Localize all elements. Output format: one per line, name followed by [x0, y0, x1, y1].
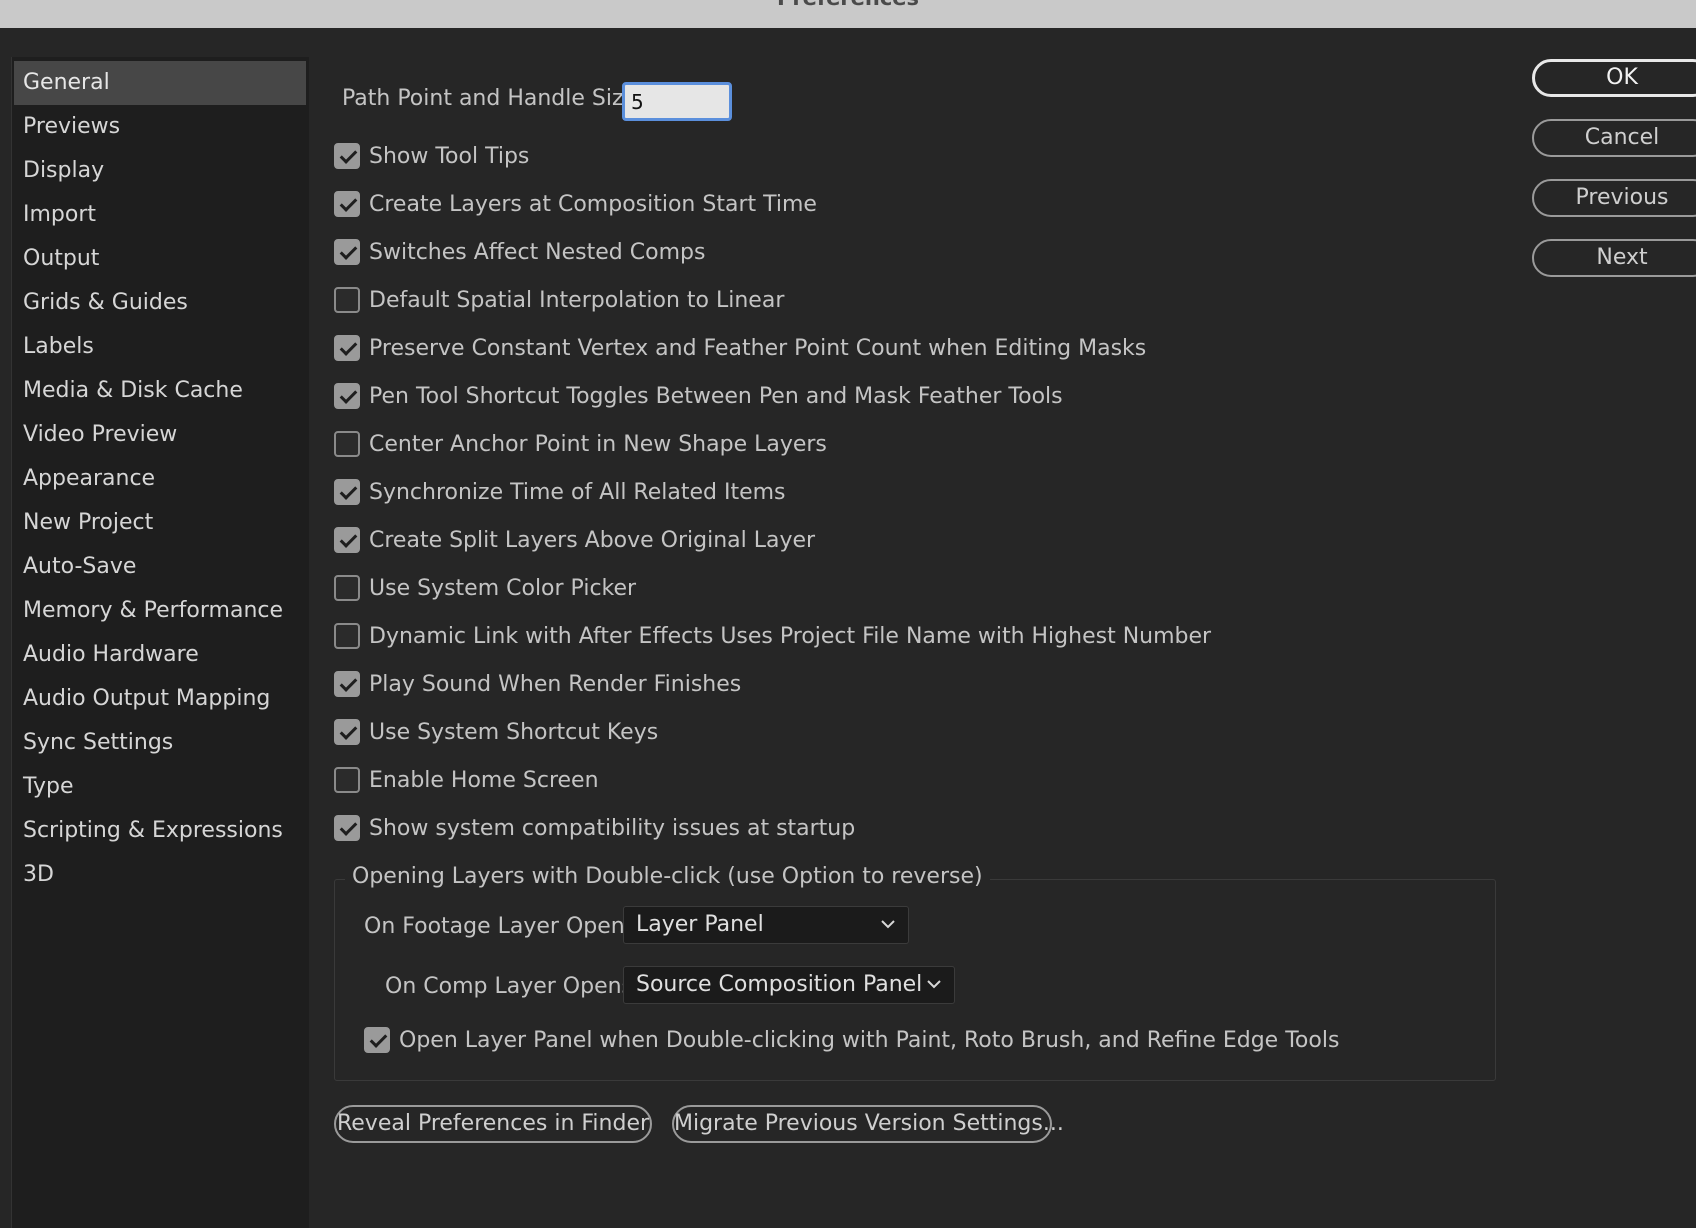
comp-layer-select[interactable]: Source Composition Panel	[623, 966, 955, 1004]
checkbox[interactable]	[334, 767, 360, 793]
checkbox[interactable]	[334, 815, 360, 841]
checkbox[interactable]	[334, 287, 360, 313]
option-label: Dynamic Link with After Effects Uses Pro…	[369, 623, 1212, 649]
option-label: Play Sound When Render Finishes	[369, 671, 742, 697]
option-label: Switches Affect Nested Comps	[369, 239, 706, 265]
next-button[interactable]: Next	[1532, 239, 1696, 277]
option-label: Use System Shortcut Keys	[369, 719, 659, 745]
sidebar-item-3d[interactable]: 3D	[14, 853, 306, 897]
footage-layer-select[interactable]: Layer Panel	[623, 906, 909, 944]
option-dynamic-link-highest[interactable]: Dynamic Link with After Effects Uses Pro…	[334, 621, 1211, 651]
option-default-linear-interp[interactable]: Default Spatial Interpolation to Linear	[334, 285, 784, 315]
option-label: Preserve Constant Vertex and Feather Poi…	[369, 335, 1147, 361]
chevron-down-icon	[881, 920, 895, 929]
sidebar-item-grids-guides[interactable]: Grids & Guides	[14, 281, 306, 325]
sidebar-item-appearance[interactable]: Appearance	[14, 457, 306, 501]
title-bar: Preferences	[0, 0, 1696, 28]
sidebar-item-output[interactable]: Output	[14, 237, 306, 281]
option-create-layers-at-start[interactable]: Create Layers at Composition Start Time	[334, 189, 817, 219]
checkbox[interactable]	[334, 623, 360, 649]
option-label: Enable Home Screen	[369, 767, 599, 793]
checkbox[interactable]	[334, 191, 360, 217]
checkbox[interactable]	[364, 1027, 390, 1053]
checkbox[interactable]	[334, 527, 360, 553]
checkbox[interactable]	[334, 383, 360, 409]
checkbox[interactable]	[334, 671, 360, 697]
checkbox[interactable]	[334, 719, 360, 745]
option-open-layer-panel[interactable]: Open Layer Panel when Double-clicking wi…	[364, 1025, 1339, 1055]
sidebar-item-new-project[interactable]: New Project	[14, 501, 306, 545]
option-preserve-vertex-count[interactable]: Preserve Constant Vertex and Feather Poi…	[334, 333, 1146, 363]
sidebar-item-display[interactable]: Display	[14, 149, 306, 193]
option-center-anchor-point[interactable]: Center Anchor Point in New Shape Layers	[334, 429, 827, 459]
sidebar-item-auto-save[interactable]: Auto-Save	[14, 545, 306, 589]
sidebar-item-audio-output-mapping[interactable]: Audio Output Mapping	[14, 677, 306, 721]
comp-layer-label: On Comp Layer Opens:	[385, 974, 641, 999]
sidebar-item-labels[interactable]: Labels	[14, 325, 306, 369]
sidebar-item-audio-hardware[interactable]: Audio Hardware	[14, 633, 306, 677]
checkbox[interactable]	[334, 143, 360, 169]
option-label: Create Split Layers Above Original Layer	[369, 527, 816, 553]
option-label: Create Layers at Composition Start Time	[369, 191, 817, 217]
option-label: Pen Tool Shortcut Toggles Between Pen an…	[369, 383, 1063, 409]
double-click-group-legend: Opening Layers with Double-click (use Op…	[345, 864, 990, 889]
option-system-color-picker[interactable]: Use System Color Picker	[334, 573, 636, 603]
sidebar-item-previews[interactable]: Previews	[14, 105, 306, 149]
option-label: Show system compatibility issues at star…	[369, 815, 856, 841]
sidebar-item-type[interactable]: Type	[14, 765, 306, 809]
preferences-sidebar: General Previews Display Import Output G…	[11, 57, 309, 1228]
option-label: Show Tool Tips	[369, 143, 530, 169]
sidebar-item-memory-performance[interactable]: Memory & Performance	[14, 589, 306, 633]
option-pen-tool-toggle[interactable]: Pen Tool Shortcut Toggles Between Pen an…	[334, 381, 1063, 411]
option-label: Use System Color Picker	[369, 575, 637, 601]
sidebar-item-import[interactable]: Import	[14, 193, 306, 237]
path-point-size-input[interactable]	[622, 82, 732, 121]
option-synchronize-time[interactable]: Synchronize Time of All Related Items	[334, 477, 786, 507]
option-show-tool-tips[interactable]: Show Tool Tips	[334, 141, 529, 171]
window-title: Preferences	[0, 0, 1696, 10]
option-label: Center Anchor Point in New Shape Layers	[369, 431, 827, 457]
sidebar-item-video-preview[interactable]: Video Preview	[14, 413, 306, 457]
checkbox[interactable]	[334, 239, 360, 265]
option-label: Open Layer Panel when Double-clicking wi…	[399, 1027, 1340, 1053]
cancel-button[interactable]: Cancel	[1532, 119, 1696, 157]
path-point-size-label: Path Point and Handle Size:	[342, 86, 645, 111]
option-label: Synchronize Time of All Related Items	[369, 479, 786, 505]
option-compatibility-issues[interactable]: Show system compatibility issues at star…	[334, 813, 855, 843]
option-enable-home-screen[interactable]: Enable Home Screen	[334, 765, 599, 795]
sidebar-item-media-disk-cache[interactable]: Media & Disk Cache	[14, 369, 306, 413]
ok-button[interactable]: OK	[1532, 59, 1696, 97]
option-split-layers-above[interactable]: Create Split Layers Above Original Layer	[334, 525, 815, 555]
chevron-down-icon	[927, 980, 941, 989]
sidebar-item-scripting-expressions[interactable]: Scripting & Expressions	[14, 809, 306, 853]
migrate-settings-button[interactable]: Migrate Previous Version Settings...	[672, 1105, 1064, 1143]
checkbox[interactable]	[334, 575, 360, 601]
sidebar-item-sync-settings[interactable]: Sync Settings	[14, 721, 306, 765]
option-switches-affect-nested[interactable]: Switches Affect Nested Comps	[334, 237, 705, 267]
checkbox[interactable]	[334, 335, 360, 361]
checkbox[interactable]	[334, 431, 360, 457]
checkbox[interactable]	[334, 479, 360, 505]
option-label: Default Spatial Interpolation to Linear	[369, 287, 785, 313]
option-system-shortcut-keys[interactable]: Use System Shortcut Keys	[334, 717, 658, 747]
previous-button[interactable]: Previous	[1532, 179, 1696, 217]
reveal-preferences-button[interactable]: Reveal Preferences in Finder	[334, 1105, 652, 1143]
comp-layer-value: Source Composition Panel	[636, 972, 923, 997]
footage-layer-label: On Footage Layer Opens:	[364, 914, 644, 939]
sidebar-item-general[interactable]: General	[14, 61, 306, 105]
footage-layer-value: Layer Panel	[636, 912, 764, 937]
option-play-sound-render[interactable]: Play Sound When Render Finishes	[334, 669, 741, 699]
